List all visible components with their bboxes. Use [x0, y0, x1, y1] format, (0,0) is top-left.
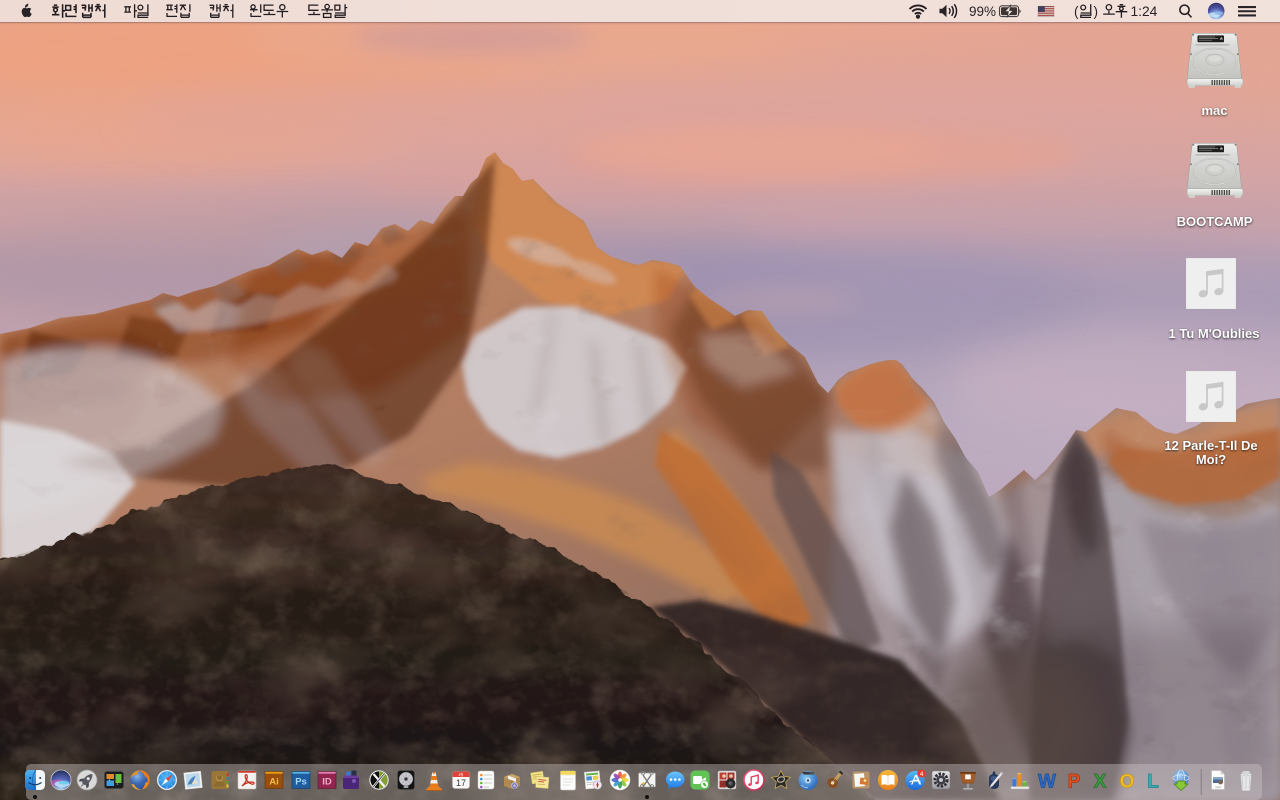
svg-text:1:24: 1:24 — [1131, 4, 1158, 19]
svg-text:6월: 6월 — [459, 772, 464, 777]
svg-text:ID: ID — [322, 777, 332, 788]
svg-text:Q: Q — [512, 784, 517, 790]
svg-text:17: 17 — [456, 778, 466, 788]
svg-text:4: 4 — [920, 771, 924, 778]
svg-text:W: W — [1038, 772, 1056, 792]
svg-text:(: ( — [1074, 4, 1079, 19]
svg-text:P: P — [1068, 772, 1081, 792]
svg-text:L: L — [1147, 772, 1159, 792]
svg-text:Ai: Ai — [269, 777, 279, 788]
svg-text:Ps: Ps — [295, 777, 307, 788]
svg-text:): ) — [1094, 4, 1099, 19]
svg-text:mp4: mp4 — [1215, 785, 1221, 789]
svg-text:O: O — [1119, 772, 1134, 792]
svg-text:X: X — [1094, 772, 1107, 792]
svg-text:99%: 99% — [969, 4, 996, 19]
